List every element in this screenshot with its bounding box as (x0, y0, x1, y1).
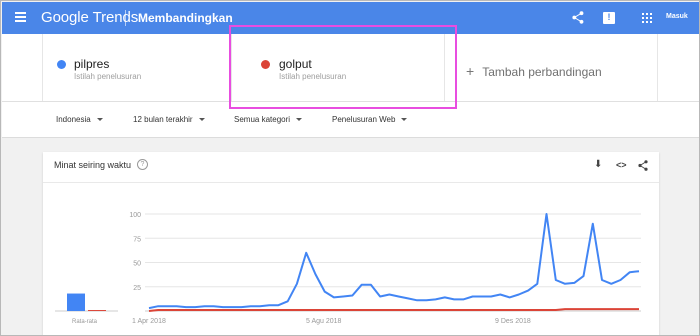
y-tick-label: 25 (133, 285, 141, 292)
series-line-pilpres (148, 213, 640, 310)
signin-button[interactable]: Masuk (666, 13, 688, 20)
y-tick-label: 50 (133, 261, 141, 268)
category-value: Semua kategori (234, 115, 291, 124)
search-term-type: Istilah penelusuran (74, 72, 142, 81)
caret-down-icon (96, 118, 103, 122)
plus-icon: + (466, 63, 475, 79)
header-divider (125, 10, 126, 26)
google-trends-logo[interactable]: Google Trends (41, 9, 138, 26)
average-bar-golput (88, 310, 106, 311)
x-tick-label: 9 Des 2018 (495, 318, 531, 325)
add-comparison-label: Tambah perbandingan (482, 65, 602, 79)
apps-grid-icon[interactable] (642, 13, 652, 23)
series-color-dot (57, 60, 66, 69)
x-tick-label: 1 Apr 2018 (132, 318, 166, 325)
y-tick-label: 100 (129, 212, 141, 219)
search-type-dropdown[interactable]: Penelusuran Web (332, 115, 408, 124)
add-comparison-button[interactable]: + Tambah perbandingan (466, 63, 602, 79)
average-label: Rata-rata (72, 319, 98, 325)
x-tick-label: 5 Agu 2018 (306, 318, 342, 325)
region-dropdown[interactable]: Indonesia (56, 115, 103, 124)
highlight-annotation-box (229, 25, 457, 109)
interest-over-time-chart[interactable]: 100 75 50 25 1 Apr 2018 5 Agu 2018 9 Des 2018 R… (43, 183, 659, 336)
share-icon[interactable] (572, 11, 584, 24)
card-title: Minat seiring waktu (54, 160, 132, 170)
search-term-label[interactable]: pilpres (74, 57, 109, 71)
search-term-pilpres[interactable]: pilpres Istilah penelusuran (43, 34, 231, 101)
compare-divider (657, 34, 658, 101)
time-range-dropdown[interactable]: 12 bulan terakhir (133, 115, 205, 124)
search-type-value: Penelusuran Web (332, 115, 396, 124)
average-bar-pilpres (67, 293, 85, 311)
y-tick-label: 75 (133, 236, 141, 243)
hamburger-menu-icon[interactable] (15, 12, 26, 22)
caret-down-icon (296, 118, 303, 122)
caret-down-icon (198, 118, 205, 122)
time-range-value: 12 bulan terakhir (133, 115, 193, 124)
caret-down-icon (401, 118, 408, 122)
category-dropdown[interactable]: Semua kategori (234, 115, 303, 124)
download-icon[interactable]: ⬇ (594, 159, 602, 170)
embed-icon[interactable]: <> (616, 160, 627, 170)
help-icon[interactable]: ? (137, 159, 148, 170)
interest-over-time-card: Minat seiring waktu ? ⬇ <> 100 75 50 25 1 Ap… (43, 152, 659, 336)
page-title: Membandingkan (138, 11, 233, 25)
feedback-icon[interactable]: ! (603, 12, 615, 24)
region-value: Indonesia (56, 115, 91, 124)
share-icon[interactable] (638, 160, 648, 171)
